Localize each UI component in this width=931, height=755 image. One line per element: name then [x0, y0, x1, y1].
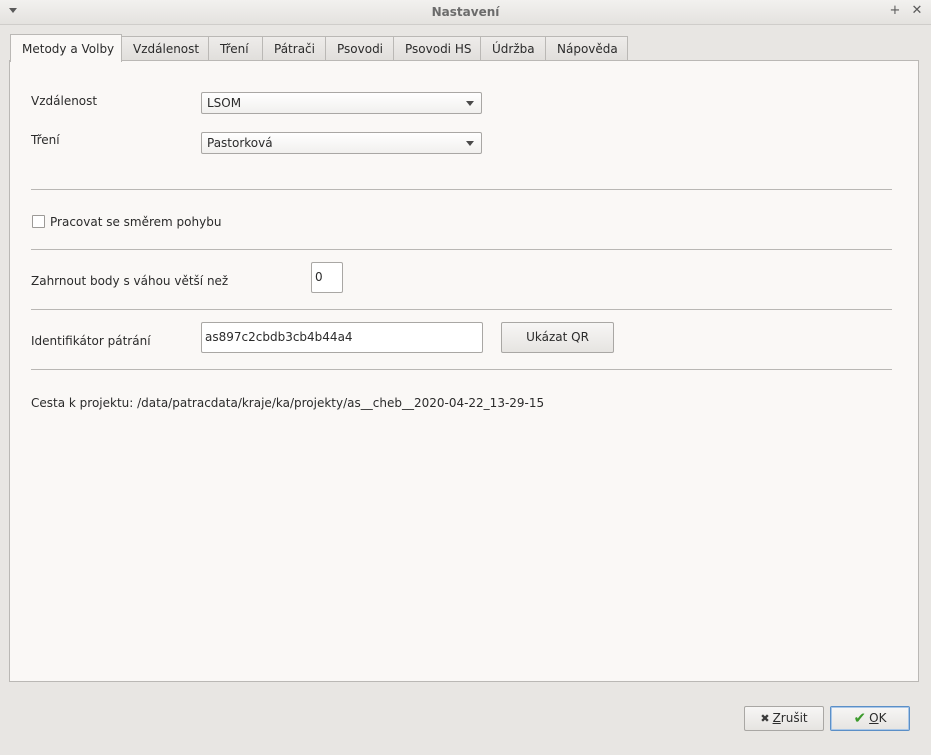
project-path: Cesta k projektu: /data/patracdata/kraje…: [31, 396, 545, 410]
distance-combo-value: LSOM: [207, 96, 242, 110]
tab-treni[interactable]: Tření: [209, 36, 263, 61]
show-qr-button[interactable]: Ukázat QR: [501, 322, 614, 353]
search-id-label: Identifikátor pátrání: [31, 334, 151, 348]
tab-udrzba[interactable]: Údržba: [481, 36, 546, 61]
tab-psovodi[interactable]: Psovodi: [326, 36, 394, 61]
friction-combo-value: Pastorková: [207, 136, 273, 150]
weight-label: Zahrnout body s váhou větší než: [31, 274, 229, 288]
window-title: Nastavení: [431, 5, 500, 19]
dropdown-arrow-icon: [466, 141, 474, 146]
separator: [31, 249, 892, 250]
direction-checkbox-label[interactable]: Pracovat se směrem pohybu: [50, 215, 221, 229]
distance-combo[interactable]: LSOM: [201, 92, 482, 114]
maximize-button[interactable]: +: [887, 3, 903, 19]
ok-button[interactable]: ✔ OK: [830, 706, 910, 731]
friction-combo[interactable]: Pastorková: [201, 132, 482, 154]
title-bar: Nastavení + ✕: [0, 0, 931, 25]
distance-label: Vzdálenost: [31, 94, 98, 108]
tab-patraci[interactable]: Pátrači: [263, 36, 326, 61]
tab-bar: Metody a Volby Vzdálenost Tření Pátrači …: [10, 34, 628, 62]
direction-checkbox[interactable]: [32, 215, 45, 228]
close-icon: ✖: [760, 712, 770, 725]
separator: [31, 309, 892, 310]
dropdown-arrow-icon: [466, 101, 474, 106]
tab-metody-a-volby[interactable]: Metody a Volby: [10, 34, 122, 62]
cancel-button[interactable]: ✖ Zrušit: [744, 706, 824, 731]
tab-psovodi-hs[interactable]: Psovodi HS: [394, 36, 481, 61]
checkmark-icon: ✔: [853, 709, 867, 727]
close-button[interactable]: ✕: [909, 3, 925, 19]
separator: [31, 369, 892, 370]
weight-input[interactable]: 0: [311, 262, 343, 293]
close-icon: ✕: [911, 3, 923, 18]
tab-vzdalenost[interactable]: Vzdálenost: [122, 36, 209, 61]
plus-icon: +: [889, 3, 901, 18]
separator: [31, 189, 892, 190]
tab-panel: Vzdálenost LSOM Tření Pastorková Pracova…: [9, 60, 919, 682]
tab-napoveda[interactable]: Nápověda: [546, 36, 628, 61]
friction-label: Tření: [31, 133, 60, 147]
search-id-input[interactable]: as897c2cbdb3cb4b44a4: [201, 322, 483, 353]
